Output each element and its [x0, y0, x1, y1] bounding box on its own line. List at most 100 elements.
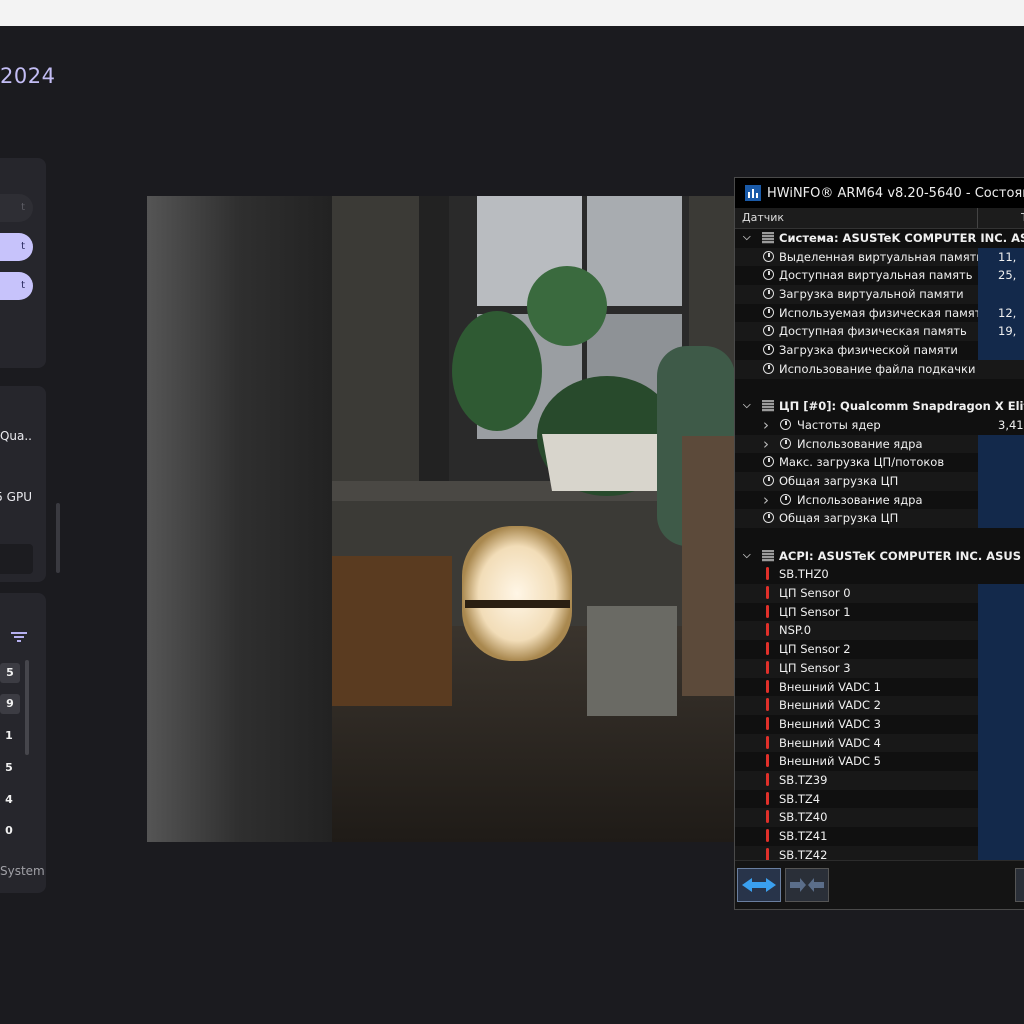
stat-value: 5: [0, 663, 20, 683]
system-label: System: [0, 864, 45, 878]
sensor-value: [978, 565, 1024, 584]
sensor-group-icon: [762, 400, 774, 413]
sensor-row[interactable]: Доступная виртуальная память 25,: [735, 266, 1024, 286]
sensor-value: 19,: [978, 322, 1024, 342]
chevron-right-icon[interactable]: ›: [763, 416, 769, 435]
sensor-row[interactable]: Выделенная виртуальная память 11,: [735, 247, 1024, 267]
sensor-name: Использование файла подкачки: [779, 361, 976, 376]
clock-icon: [763, 306, 774, 318]
sensor-row[interactable]: ЦП Sensor 1: [735, 602, 1024, 622]
thermometer-icon: [766, 829, 769, 842]
clock-icon: [763, 362, 774, 374]
sensor-value: 3,417: [998, 417, 1024, 432]
clock-icon: [780, 418, 791, 430]
hwinfo-title-bar[interactable]: HWiNFO® ARM64 v8.20-5640 - Состояние: [735, 178, 1024, 208]
sensor-row[interactable]: Загрузка виртуальной памяти: [735, 285, 1024, 304]
collapse-all-button[interactable]: [785, 868, 829, 902]
sensor-name: Макс. загрузка ЦП/потоков: [779, 455, 945, 470]
thermometer-icon: [766, 791, 769, 805]
scrollbar[interactable]: [56, 503, 60, 573]
thermometer-icon: [766, 567, 769, 581]
sensor-row[interactable]: ЦП Sensor 2: [735, 640, 1024, 659]
sensor-name: Общая загрузка ЦП: [779, 511, 899, 526]
thermometer-icon: [766, 623, 769, 637]
sensor-row[interactable]: Внешний VADC 1: [735, 677, 1024, 697]
sensor-table-header: Датчик Т: [735, 208, 1024, 229]
chevron-right-icon[interactable]: ›: [763, 435, 769, 454]
device-field[interactable]: [0, 544, 33, 574]
sensor-value: [978, 789, 1024, 809]
sensor-name: Внешний VADC 5: [779, 754, 881, 769]
collapse-arrows-icon: [790, 878, 824, 892]
thermometer-icon: [766, 847, 769, 861]
scrollbar[interactable]: [25, 660, 29, 755]
sensor-row[interactable]: ЦП Sensor 3: [735, 658, 1024, 678]
sensor-value: [978, 696, 1024, 715]
sensor-name: SB.TZ40: [779, 810, 828, 825]
sensor-row[interactable]: Внешний VADC 4: [735, 733, 1024, 753]
sensor-row[interactable]: Внешний VADC 3: [735, 714, 1024, 734]
sensor-name: ЦП Sensor 3: [779, 660, 851, 675]
sensor-name: Загрузка виртуальной памяти: [779, 287, 964, 302]
sensor-row[interactable]: SB.TZ39: [735, 770, 1024, 790]
sensor-value: [978, 640, 1024, 659]
filter-icon[interactable]: [11, 631, 27, 643]
sensor-row[interactable]: Внешний VADC 2: [735, 696, 1024, 715]
expand-all-button[interactable]: [737, 868, 781, 902]
sensor-value: [978, 808, 1024, 827]
sensor-list: ⌵ Система: ASUSTeK COMPUTER INC. ASUS Выде…: [735, 229, 1024, 875]
sensor-value: [978, 733, 1024, 753]
sensor-row[interactable]: Доступная физическая память 19,: [735, 322, 1024, 342]
chevron-down-icon[interactable]: ⌵: [743, 397, 751, 416]
sensor-group-header[interactable]: ⌵ ACPI: ASUSTeK COMPUTER INC. ASUS Z: [735, 547, 1024, 566]
sensor-value: [978, 621, 1024, 641]
sensor-group-header[interactable]: ⌵ Система: ASUSTeK COMPUTER INC. ASUS: [735, 229, 1024, 248]
chevron-down-icon[interactable]: ⌵: [743, 547, 751, 566]
sensor-row[interactable]: Загрузка физической памяти: [735, 341, 1024, 360]
device-panel: Qua.. 5 GPU: [0, 386, 46, 582]
settings-panel: t t t: [0, 158, 46, 368]
sensor-row[interactable]: NSP.0: [735, 621, 1024, 641]
chevron-down-icon[interactable]: ⌵: [743, 229, 751, 248]
sensor-name: Внешний VADC 4: [779, 735, 881, 750]
settings-button[interactable]: [1015, 868, 1024, 902]
stat-value: 9: [0, 694, 20, 714]
window-top-bar: [0, 0, 1024, 26]
stat-value: 4: [5, 793, 13, 806]
sensor-row[interactable]: › Частоты ядер 3,417: [735, 416, 1024, 435]
sensor-value: [978, 602, 1024, 622]
app-title: 2024: [0, 64, 56, 88]
sensor-name: Частоты ядер: [797, 417, 881, 432]
column-header-sensor[interactable]: Датчик: [742, 208, 784, 228]
sensor-row[interactable]: SB.TZ40: [735, 808, 1024, 827]
sensor-row[interactable]: › Использование ядра: [735, 490, 1024, 510]
sensor-row[interactable]: Общая загрузка ЦП: [735, 509, 1024, 528]
sensor-row[interactable]: Используемая физическая память 12,: [735, 303, 1024, 323]
clock-icon: [763, 325, 774, 337]
thermometer-icon: [766, 810, 769, 824]
option-button-disabled[interactable]: t: [0, 194, 33, 222]
sensor-row[interactable]: SB.TZ4: [735, 789, 1024, 809]
sensor-row[interactable]: Макс. загрузка ЦП/потоков: [735, 453, 1024, 472]
sensor-name: Внешний VADC 2: [779, 698, 881, 713]
sensor-value: [978, 677, 1024, 697]
sensor-row[interactable]: SB.THZ0: [735, 565, 1024, 584]
thermometer-icon: [766, 698, 769, 712]
sensor-row[interactable]: Использование файла подкачки: [735, 359, 1024, 379]
sensor-name: ЦП Sensor 0: [779, 586, 851, 601]
sensor-row[interactable]: ЦП Sensor 0: [735, 584, 1024, 603]
sensor-row[interactable]: › Использование ядра: [735, 434, 1024, 454]
sensor-name: Доступная физическая память: [779, 324, 967, 339]
sensor-group-header[interactable]: ⌵ ЦП [#0]: Qualcomm Snapdragon X Elite: [735, 397, 1024, 416]
option-button-1[interactable]: t: [0, 233, 33, 261]
sensor-row[interactable]: Общая загрузка ЦП: [735, 471, 1024, 491]
sensor-value: [978, 584, 1024, 603]
sensor-name: ЦП Sensor 2: [779, 642, 851, 657]
sensor-row[interactable]: SB.TZ41: [735, 827, 1024, 846]
sensor-row[interactable]: Внешний VADC 5: [735, 752, 1024, 771]
stat-value: 5: [5, 761, 13, 774]
chevron-right-icon[interactable]: ›: [763, 491, 769, 510]
expand-arrows-icon: [742, 878, 776, 892]
option-button-2[interactable]: t: [0, 272, 33, 300]
